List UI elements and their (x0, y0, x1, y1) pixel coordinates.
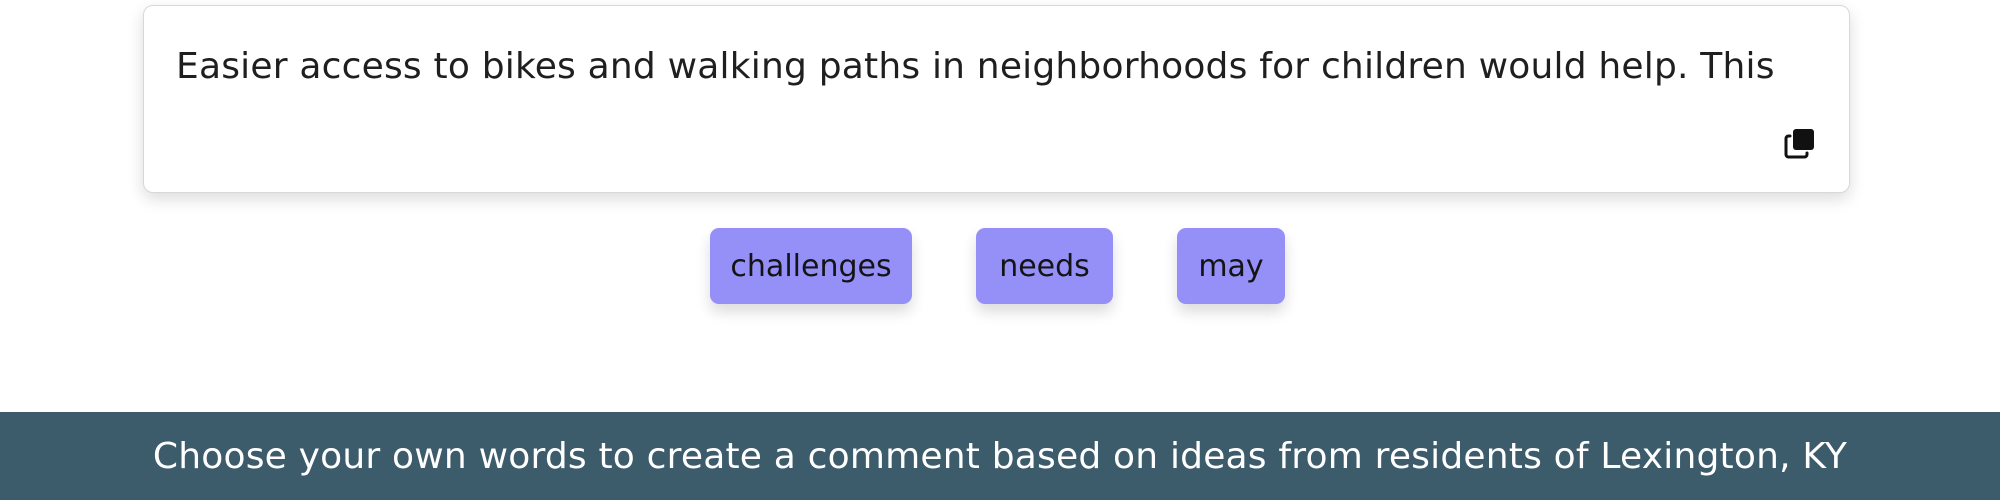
word-chip-challenges[interactable]: challenges (710, 228, 912, 304)
word-chip-needs[interactable]: needs (976, 228, 1113, 304)
copy-icon (1784, 129, 1814, 159)
word-choices: challenges needs may (0, 228, 2000, 304)
word-chip-may[interactable]: may (1177, 228, 1285, 304)
footer-text: Choose your own words to create a commen… (152, 435, 1848, 477)
comment-text: Easier access to bikes and walking paths… (176, 46, 1775, 87)
footer-banner: Choose your own words to create a commen… (0, 412, 2000, 500)
copy-button[interactable] (1781, 124, 1819, 162)
comment-box[interactable]: Easier access to bikes and walking paths… (143, 5, 1850, 193)
page: Easier access to bikes and walking paths… (0, 0, 2000, 500)
